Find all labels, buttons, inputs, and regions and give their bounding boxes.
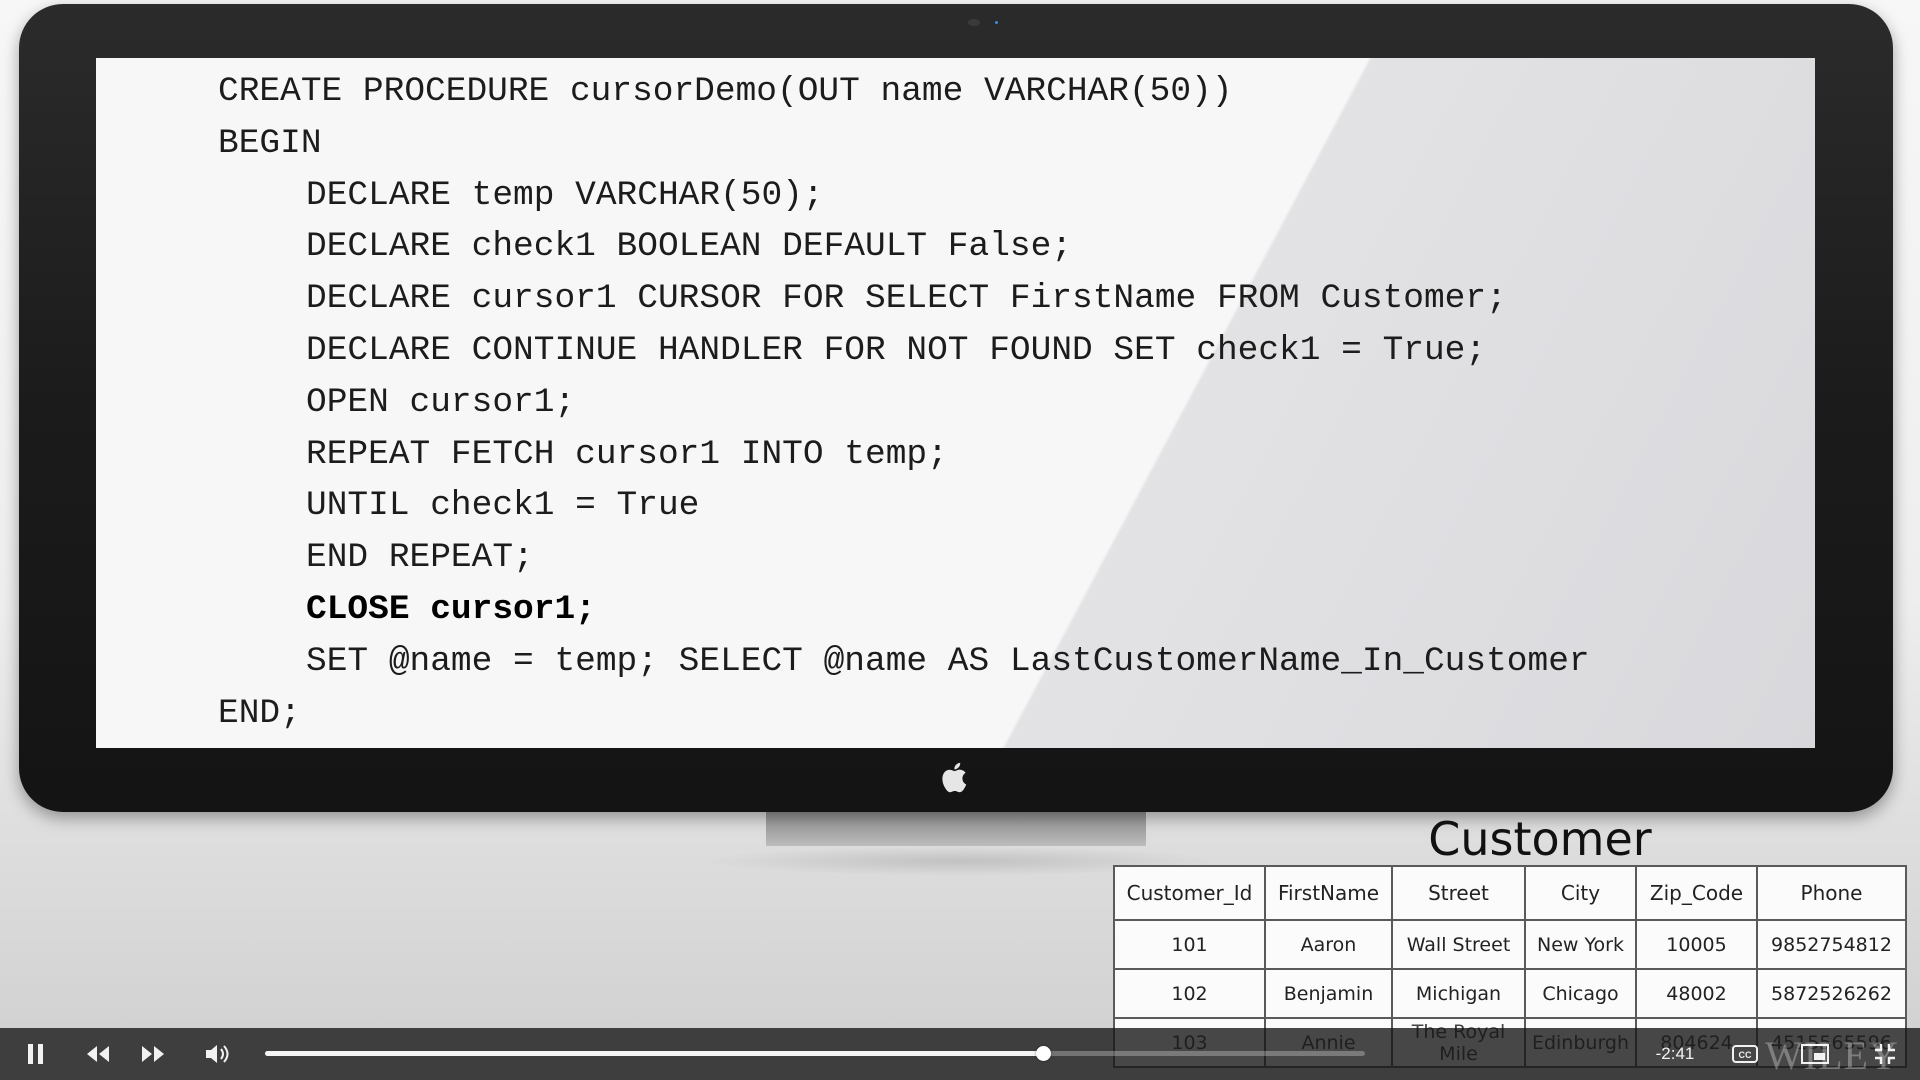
code-line: DECLARE CONTINUE HANDLER FOR NOT FOUND S… xyxy=(306,330,1487,370)
table-cell: 101 xyxy=(1113,919,1266,970)
svg-text:CC: CC xyxy=(1739,1050,1752,1060)
table-row: 102 Benjamin Michigan Chicago 48002 5872… xyxy=(1113,968,1907,1019)
camera-led xyxy=(995,21,998,24)
code-line: DECLARE temp VARCHAR(50); xyxy=(306,175,824,215)
sql-code-block: CREATE PROCEDURE cursorDemo(OUT name VAR… xyxy=(96,66,1590,739)
column-header-zip-code: Zip_Code xyxy=(1635,865,1758,921)
rewind-icon xyxy=(87,1046,109,1062)
rewind-button[interactable] xyxy=(76,1028,120,1080)
table-cell: 48002 xyxy=(1635,968,1758,1019)
camera-icon xyxy=(968,19,980,26)
column-header-phone: Phone xyxy=(1756,865,1907,921)
monitor-stand xyxy=(766,812,1146,846)
table-cell: New York xyxy=(1524,919,1637,970)
monitor-screen: CREATE PROCEDURE cursorDemo(OUT name VAR… xyxy=(96,58,1815,748)
pause-button[interactable] xyxy=(14,1028,58,1080)
progress-scrubber-handle[interactable] xyxy=(1035,1046,1051,1061)
volume-button[interactable] xyxy=(196,1028,240,1080)
table-title: Customer xyxy=(1428,812,1652,866)
table-cell: Wall Street xyxy=(1391,919,1526,970)
code-line: REPEAT FETCH cursor1 INTO temp; xyxy=(306,434,948,474)
pause-icon xyxy=(28,1044,43,1064)
progress-fill xyxy=(265,1051,1043,1056)
table-cell: 9852754812 xyxy=(1756,919,1907,970)
table-cell: 5872526262 xyxy=(1756,968,1907,1019)
table-cell: Michigan xyxy=(1391,968,1526,1019)
code-line: BEGIN xyxy=(218,123,322,163)
code-line: DECLARE check1 BOOLEAN DEFAULT False; xyxy=(306,227,1073,267)
table-cell: 10005 xyxy=(1635,919,1758,970)
table-cell: Benjamin xyxy=(1264,968,1393,1019)
code-line: END REPEAT; xyxy=(306,538,534,578)
table-cell: Aaron xyxy=(1264,919,1393,970)
fast-forward-icon xyxy=(142,1046,164,1062)
code-line: END; xyxy=(218,693,301,733)
table-cell: 102 xyxy=(1113,968,1266,1019)
column-header-firstname: FirstName xyxy=(1264,865,1393,921)
apple-logo-icon xyxy=(942,762,967,793)
wiley-watermark-logo: WILEY xyxy=(1765,1033,1899,1078)
volume-icon xyxy=(206,1045,229,1063)
time-remaining: -2:41 xyxy=(1655,1044,1695,1063)
table-cell: Chicago xyxy=(1524,968,1637,1019)
code-line: UNTIL check1 = True xyxy=(306,486,700,526)
code-line: OPEN cursor1; xyxy=(306,382,576,422)
code-line: SET @name = temp; SELECT @name AS LastCu… xyxy=(306,641,1590,681)
table-header-row: Customer_Id FirstName Street City Zip_Co… xyxy=(1113,865,1907,921)
column-header-city: City xyxy=(1524,865,1637,921)
progress-bar[interactable] xyxy=(265,1046,1365,1061)
closed-captions-button[interactable]: CC xyxy=(1725,1028,1765,1080)
column-header-customer-id: Customer_Id xyxy=(1113,865,1266,921)
code-line: CLOSE cursor1; xyxy=(306,589,596,629)
monitor-frame: CREATE PROCEDURE cursorDemo(OUT name VAR… xyxy=(19,4,1893,812)
fast-forward-button[interactable] xyxy=(131,1028,175,1080)
code-line: CREATE PROCEDURE cursorDemo(OUT name VAR… xyxy=(218,72,1233,111)
table-row: 101 Aaron Wall Street New York 10005 985… xyxy=(1113,919,1907,970)
closed-captions-icon: CC xyxy=(1732,1045,1758,1063)
code-line: DECLARE cursor1 CURSOR FOR SELECT FirstN… xyxy=(306,279,1507,319)
column-header-street: Street xyxy=(1391,865,1526,921)
